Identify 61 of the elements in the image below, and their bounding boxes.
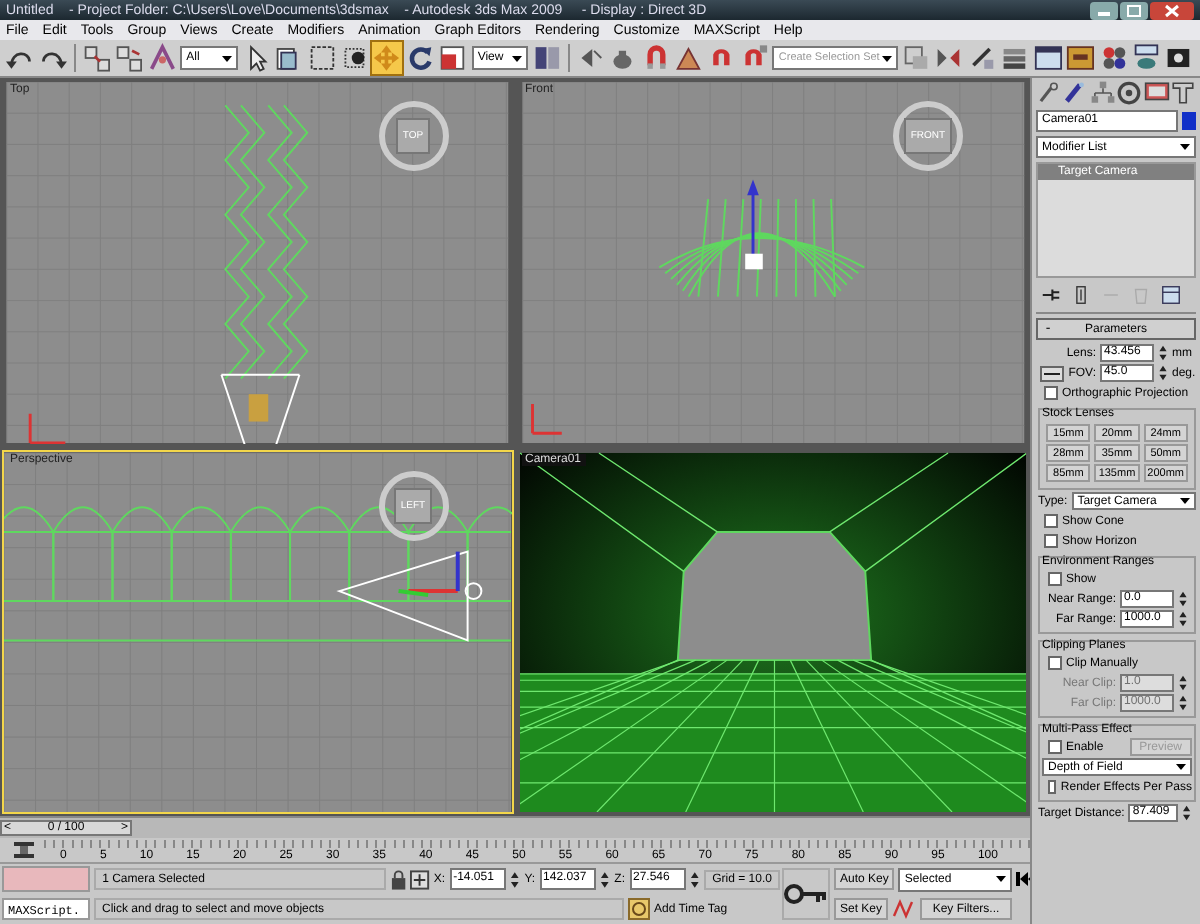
unlink-icon[interactable] <box>114 42 144 74</box>
rectangle-selection-icon[interactable] <box>307 42 337 74</box>
display-icon[interactable] <box>1143 80 1170 106</box>
checkbox[interactable] <box>1048 780 1057 794</box>
render-setup-icon[interactable] <box>1132 42 1161 74</box>
motion-icon[interactable] <box>1116 80 1143 106</box>
viewcube-ring-icon[interactable] <box>890 98 966 174</box>
dropdown-arrow-icon[interactable] <box>219 51 234 65</box>
rotate-icon[interactable] <box>405 42 435 74</box>
minimize-icon[interactable] <box>1090 1 1118 19</box>
maximize-icon[interactable] <box>1120 1 1148 19</box>
viewcube-ring-icon[interactable] <box>375 98 451 174</box>
dropdown-arrow-icon[interactable] <box>1174 760 1188 774</box>
scale-icon[interactable] <box>438 42 468 74</box>
spinner-arrows-icon[interactable] <box>1178 674 1188 692</box>
pivot-icon[interactable] <box>532 42 562 74</box>
spinner-arrows-icon[interactable] <box>1182 804 1192 822</box>
close-icon[interactable] <box>1150 1 1194 19</box>
key-icon[interactable] <box>784 884 828 904</box>
checkbox[interactable] <box>1044 514 1058 528</box>
fov-direction-icon[interactable] <box>1040 365 1065 381</box>
dropdown-arrow-icon[interactable] <box>510 51 525 65</box>
modify-icon[interactable] <box>1062 80 1089 106</box>
spinner-arrows-icon[interactable] <box>1158 364 1168 382</box>
time-tag-icon[interactable] <box>628 898 650 920</box>
spinner-arrows-icon[interactable] <box>510 869 521 889</box>
snap-3d-icon[interactable] <box>641 42 671 74</box>
spinner-arrows-icon[interactable] <box>1178 694 1188 712</box>
configure-sets-icon[interactable] <box>1160 284 1182 306</box>
window-crossing-icon[interactable] <box>340 42 369 74</box>
spinner-arrows-icon[interactable] <box>690 869 701 889</box>
utilities-icon[interactable] <box>1169 80 1196 106</box>
checkbox[interactable] <box>1044 386 1058 400</box>
align-icon[interactable] <box>967 42 997 74</box>
angle-snap-icon[interactable] <box>674 42 703 74</box>
show-end-result-icon[interactable] <box>1070 284 1092 306</box>
spinner-arrows-icon[interactable] <box>1178 590 1188 608</box>
checkbox[interactable] <box>1048 572 1062 586</box>
absolute-mode-icon[interactable] <box>410 869 430 889</box>
listener-field[interactable] <box>2 866 91 892</box>
object-color-swatch[interactable] <box>1182 112 1196 130</box>
dropdown-arrow-icon[interactable] <box>1178 494 1192 508</box>
hierarchy-icon[interactable] <box>1089 80 1116 106</box>
curve-editor-icon[interactable] <box>1033 42 1063 74</box>
dropdown-arrow-icon[interactable] <box>994 872 1009 886</box>
checkbox[interactable] <box>1048 656 1062 670</box>
schematic-icon[interactable] <box>1066 42 1096 74</box>
create-icon[interactable] <box>1036 80 1062 106</box>
checkbox[interactable] <box>1044 534 1058 548</box>
spinner-arrows-icon[interactable] <box>1178 610 1188 628</box>
named-set-icon[interactable] <box>901 42 931 74</box>
spinner-arrows-icon[interactable] <box>1158 344 1168 362</box>
pin-icon[interactable] <box>1040 284 1062 306</box>
checkbox[interactable] <box>1048 740 1062 754</box>
viewcube-ring-icon[interactable] <box>375 467 451 543</box>
key-mode-toggle-icon[interactable] <box>892 898 917 920</box>
material-editor-icon[interactable] <box>1099 42 1129 74</box>
link-icon[interactable] <box>81 42 111 74</box>
spinner-arrows-icon[interactable] <box>600 869 611 889</box>
dropdown-arrow-icon[interactable] <box>1178 140 1192 154</box>
lock-icon[interactable] <box>389 869 407 889</box>
